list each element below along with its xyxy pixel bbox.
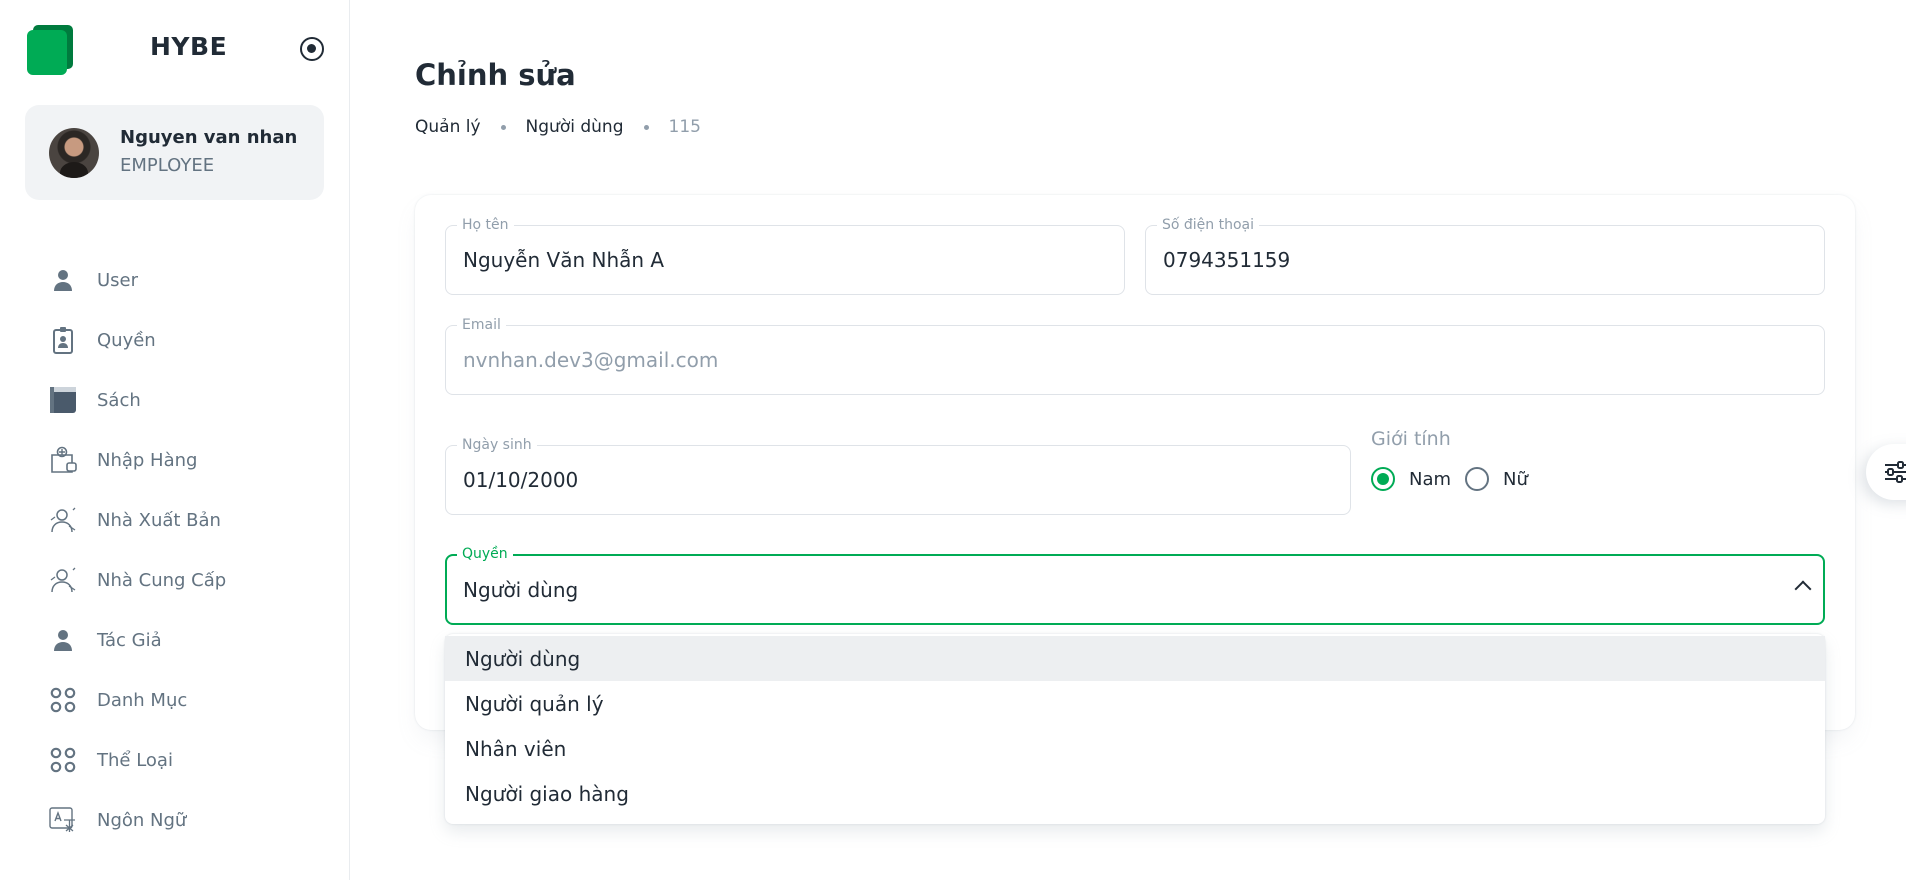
birthday-field[interactable]: Ngày sinh 01/10/2000 bbox=[445, 437, 1351, 515]
sidebar-item-tac-gia[interactable]: Tác Giả bbox=[25, 610, 325, 670]
brand-name: HYBE bbox=[150, 32, 228, 61]
radio-unchecked-icon bbox=[1465, 467, 1489, 491]
sidebar-item-danh-muc[interactable]: Danh Mục bbox=[25, 670, 325, 730]
sidebar-nav: User Quyền Sách Nhập Hàng Nhà Xuất Bản N… bbox=[25, 250, 325, 850]
sidebar-item-label: Nhập Hàng bbox=[97, 449, 198, 471]
phone-field[interactable]: Số điện thoại 0794351159 bbox=[1145, 217, 1825, 295]
account-name: Nguyen van nhan bbox=[120, 127, 298, 148]
collapse-sidebar-button[interactable] bbox=[300, 37, 324, 61]
radio-checked-icon bbox=[1371, 467, 1395, 491]
logo-icon bbox=[27, 25, 73, 75]
sidebar-item-label: Nhà Xuất Bản bbox=[97, 509, 221, 531]
sidebar-item-label: Sách bbox=[97, 389, 141, 411]
role-option[interactable]: Người giao hàng bbox=[445, 771, 1825, 816]
role-value[interactable]: Người dùng bbox=[463, 556, 578, 623]
role-option[interactable]: Nhân viên bbox=[445, 726, 1825, 771]
sidebar-item-nha-cung-cap[interactable]: Nhà Cung Cấp bbox=[25, 550, 325, 610]
grid-circles-icon bbox=[49, 686, 77, 714]
sidebar-item-user[interactable]: User bbox=[25, 250, 325, 310]
sidebar-item-nhap-hang[interactable]: Nhập Hàng bbox=[25, 430, 325, 490]
sidebar-item-label: User bbox=[97, 269, 139, 291]
sidebar-item-nha-xuat-ban[interactable]: Nhà Xuất Bản bbox=[25, 490, 325, 550]
breadcrumb-current: 115 bbox=[668, 117, 701, 137]
phone-value[interactable]: 0794351159 bbox=[1163, 226, 1290, 294]
settings-button[interactable] bbox=[1866, 444, 1906, 500]
gender-radio-nu[interactable]: Nữ bbox=[1465, 467, 1528, 491]
email-value: nvnhan.dev3@gmail.com bbox=[463, 348, 719, 372]
role-option[interactable]: Người quản lý bbox=[445, 681, 1825, 726]
sidebar-item-label: Ngôn Ngữ bbox=[97, 809, 187, 831]
sidebar-item-label: Thể Loại bbox=[97, 749, 173, 771]
supplier-icon bbox=[49, 566, 77, 594]
sidebar-item-label: Nhà Cung Cấp bbox=[97, 569, 227, 591]
sliders-icon bbox=[1885, 461, 1906, 483]
sidebar-item-label: Tác Giả bbox=[97, 629, 162, 651]
role-select[interactable]: Quyền Người dùng bbox=[445, 546, 1825, 625]
breadcrumb-separator bbox=[500, 124, 506, 130]
sidebar: HYBE Nguyen van nhan EMPLOYEE User Quyền… bbox=[0, 0, 350, 880]
email-field: Email nvnhan.dev3@gmail.com bbox=[445, 317, 1825, 395]
breadcrumb: Quản lý Người dùng 115 bbox=[415, 117, 701, 137]
person-icon bbox=[49, 626, 77, 654]
gender-option-label: Nữ bbox=[1503, 468, 1528, 490]
fullname-value[interactable]: Nguyễn Văn Nhẫn A bbox=[463, 226, 664, 294]
account-role: EMPLOYEE bbox=[120, 155, 215, 176]
publisher-icon bbox=[49, 506, 77, 534]
account-card[interactable]: Nguyen van nhan EMPLOYEE bbox=[25, 105, 324, 200]
grid-circles-icon bbox=[49, 746, 77, 774]
sidebar-item-ngon-ngu[interactable]: Ngôn Ngữ bbox=[25, 790, 325, 850]
person-icon bbox=[49, 266, 77, 294]
avatar bbox=[49, 128, 99, 178]
breadcrumb-separator bbox=[643, 124, 649, 130]
chevron-up-icon[interactable] bbox=[1794, 580, 1812, 598]
breadcrumb-item[interactable]: Quản lý bbox=[415, 117, 481, 137]
sidebar-item-quyen[interactable]: Quyền bbox=[25, 310, 325, 370]
import-bag-icon bbox=[49, 446, 77, 474]
gender-option-label: Nam bbox=[1409, 468, 1452, 490]
page-title: Chỉnh sửa bbox=[415, 58, 576, 92]
sidebar-item-the-loai[interactable]: Thể Loại bbox=[25, 730, 325, 790]
role-dropdown-menu: Người dùng Người quản lý Nhân viên Người… bbox=[445, 634, 1825, 824]
sidebar-item-label: Danh Mục bbox=[97, 689, 188, 711]
sidebar-item-sach[interactable]: Sách bbox=[25, 370, 325, 430]
fullname-field[interactable]: Họ tên Nguyễn Văn Nhẫn A bbox=[445, 217, 1125, 295]
id-badge-icon bbox=[49, 326, 77, 354]
gender-label: Giới tính bbox=[1371, 428, 1451, 450]
role-option[interactable]: Người dùng bbox=[445, 636, 1825, 681]
sidebar-item-label: Quyền bbox=[97, 329, 156, 351]
book-icon bbox=[49, 386, 77, 414]
gender-radio-nam[interactable]: Nam bbox=[1371, 467, 1451, 491]
birthday-value[interactable]: 01/10/2000 bbox=[463, 446, 578, 514]
translate-icon bbox=[49, 806, 77, 834]
breadcrumb-item[interactable]: Người dùng bbox=[526, 117, 624, 137]
